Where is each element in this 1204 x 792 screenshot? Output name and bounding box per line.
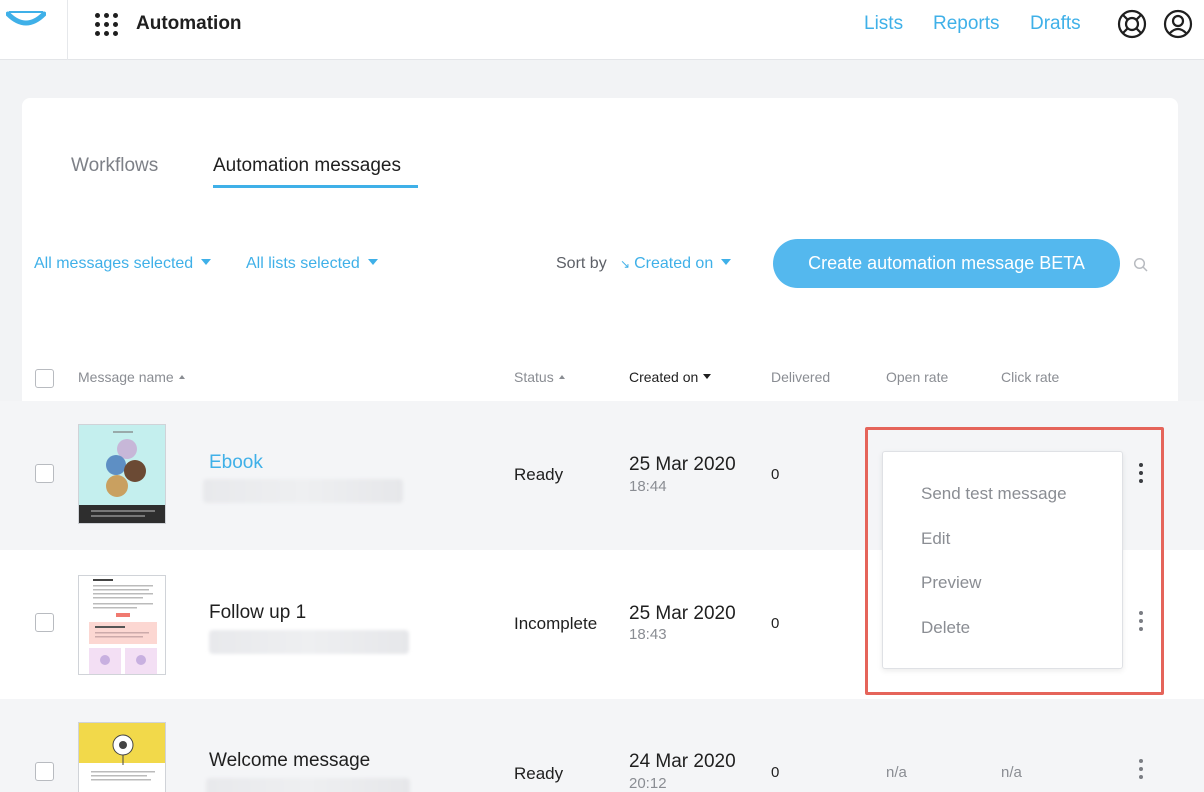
blurred-subtitle bbox=[206, 778, 410, 792]
nav-drafts[interactable]: Drafts bbox=[1030, 13, 1081, 35]
messages-filter-dropdown[interactable]: All messages selected bbox=[34, 255, 212, 273]
search-icon[interactable] bbox=[1133, 257, 1149, 273]
sort-dropdown[interactable]: ↘ Created on bbox=[620, 255, 732, 273]
more-options-kebab-icon[interactable] bbox=[1134, 757, 1148, 781]
highlight-annotation-box bbox=[865, 427, 1164, 695]
created-time: 18:43 bbox=[629, 626, 667, 643]
message-name-header-label: Message name bbox=[78, 369, 174, 385]
follow-up-thumbnail-icon bbox=[79, 576, 165, 674]
row-checkbox[interactable] bbox=[35, 613, 54, 632]
message-name-link[interactable]: Follow up 1 bbox=[209, 602, 306, 624]
messages-filter-label: All messages selected bbox=[34, 255, 194, 272]
active-tab-indicator bbox=[213, 185, 418, 188]
blurred-subtitle bbox=[209, 630, 409, 654]
status-text: Ready bbox=[514, 764, 564, 783]
created-date: 24 Mar 2020 bbox=[629, 751, 736, 772]
chevron-down-icon bbox=[367, 259, 378, 265]
sort-label: Sort by bbox=[556, 255, 607, 272]
nav-reports[interactable]: Reports bbox=[933, 13, 1000, 35]
lists-filter-dropdown[interactable]: All lists selected bbox=[246, 255, 378, 273]
tab-workflows[interactable]: Workflows bbox=[71, 155, 158, 177]
open-rate-value: n/a bbox=[886, 764, 907, 781]
envelope-logo-icon bbox=[6, 11, 46, 26]
welcome-thumbnail-icon bbox=[79, 723, 165, 792]
logo[interactable] bbox=[0, 0, 68, 60]
message-thumbnail[interactable] bbox=[78, 424, 166, 524]
sort-up-icon bbox=[178, 375, 185, 379]
delivered-count: 0 bbox=[771, 615, 780, 632]
message-name-link[interactable]: Welcome message bbox=[209, 750, 370, 772]
created-header-label: Created on bbox=[629, 369, 699, 385]
apps-grid-icon[interactable] bbox=[95, 13, 119, 37]
sort-up-icon bbox=[558, 375, 565, 379]
tab-automation-messages[interactable]: Automation messages bbox=[213, 155, 401, 177]
select-all-checkbox[interactable] bbox=[35, 369, 54, 388]
ebook-thumbnail-icon bbox=[79, 425, 165, 523]
top-bar: Automation Lists Reports Drafts bbox=[0, 0, 1204, 60]
status-text: Ready bbox=[514, 465, 564, 484]
column-header-created-on[interactable]: Created on bbox=[629, 369, 712, 385]
created-time: 18:44 bbox=[629, 478, 667, 495]
delivered-count: 0 bbox=[771, 466, 780, 483]
lists-filter-label: All lists selected bbox=[246, 255, 360, 272]
blurred-subtitle bbox=[203, 479, 403, 503]
column-header-status[interactable]: Status bbox=[514, 369, 565, 385]
column-header-open-rate[interactable]: Open rate bbox=[886, 369, 948, 385]
status-text: Incomplete bbox=[514, 614, 598, 633]
created-time: 20:12 bbox=[629, 775, 667, 792]
help-lifebuoy-icon[interactable] bbox=[1117, 9, 1147, 39]
click-rate-value: n/a bbox=[1001, 764, 1022, 781]
chevron-down-icon bbox=[721, 259, 732, 265]
account-icon[interactable] bbox=[1163, 9, 1193, 39]
row-checkbox[interactable] bbox=[35, 762, 54, 781]
chevron-down-icon bbox=[201, 259, 212, 265]
row-checkbox[interactable] bbox=[35, 464, 54, 483]
message-thumbnail[interactable] bbox=[78, 722, 166, 792]
column-header-message-name[interactable]: Message name bbox=[78, 369, 185, 385]
delivered-count: 0 bbox=[771, 764, 780, 781]
sort-down-icon bbox=[703, 374, 712, 379]
create-automation-message-button[interactable]: Create automation message BETA bbox=[773, 239, 1120, 288]
sort-direction-icon: ↘ bbox=[620, 257, 631, 271]
column-header-click-rate[interactable]: Click rate bbox=[1001, 369, 1059, 385]
created-date: 25 Mar 2020 bbox=[629, 454, 736, 475]
message-name-link[interactable]: Ebook bbox=[209, 452, 263, 474]
message-thumbnail[interactable] bbox=[78, 575, 166, 675]
nav-lists[interactable]: Lists bbox=[864, 13, 903, 35]
created-date: 25 Mar 2020 bbox=[629, 603, 736, 624]
sort-value-label: Created on bbox=[634, 255, 714, 272]
column-header-delivered[interactable]: Delivered bbox=[771, 369, 830, 385]
table-row[interactable] bbox=[0, 699, 1204, 792]
status-header-label: Status bbox=[514, 369, 554, 385]
app-title: Automation bbox=[136, 13, 242, 34]
